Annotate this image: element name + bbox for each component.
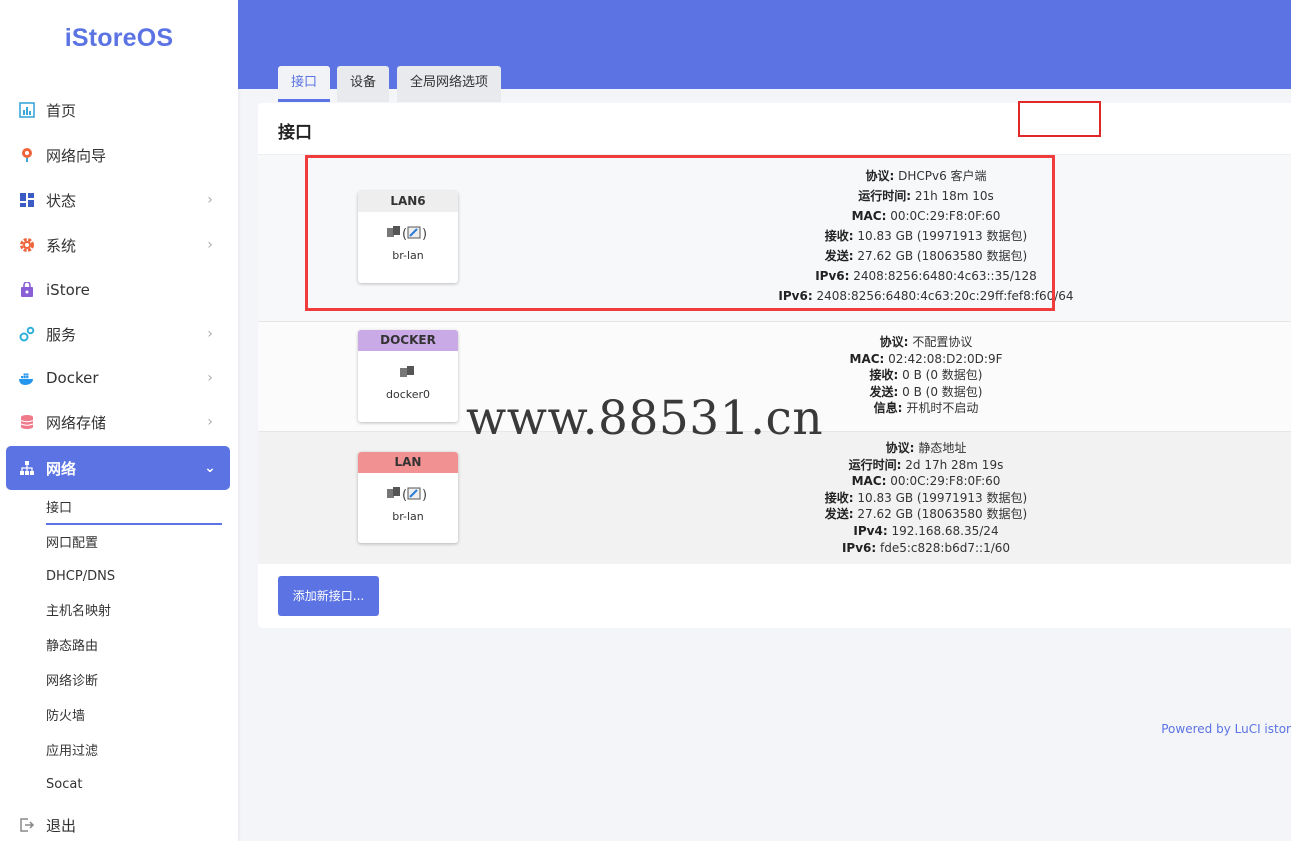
dashboard-icon (18, 191, 36, 209)
ethernet-icon (358, 362, 458, 382)
tab-interfaces[interactable]: 接口 (278, 66, 331, 102)
tab-global-options[interactable]: 全局网络选项 (397, 66, 502, 102)
highlight-box (305, 155, 1055, 311)
subnav-app-filter[interactable]: 应用过滤 (46, 742, 98, 762)
sidebar-item-label: 首页 (46, 101, 77, 120)
sidebar-item-wizard[interactable]: 网络向导 (6, 133, 230, 177)
chart-icon (18, 101, 36, 119)
sidebar-item-network[interactable]: 网络 ⌄ (6, 446, 230, 490)
sidebar-item-label: 状态 (46, 191, 77, 210)
highlight-box-small (1018, 101, 1101, 137)
interface-device: br-lan (392, 510, 424, 523)
interface-device: docker0 (385, 388, 431, 401)
page-title: 接口 (278, 123, 312, 143)
interface-name: DOCKER (358, 330, 458, 351)
watermark: www.88531.cn (466, 391, 824, 446)
sidebar-item-home[interactable]: 首页 (6, 88, 230, 132)
sidebar-item-label: iStore (46, 281, 90, 299)
sidebar-item-label: 系统 (46, 236, 77, 255)
logout-icon (18, 816, 36, 834)
sidebar-item-services[interactable]: 服务 › (6, 312, 230, 356)
cogs-icon (18, 325, 36, 343)
chevron-right-icon: › (207, 192, 213, 208)
interface-name: LAN (358, 452, 458, 473)
sitemap-icon (18, 459, 36, 477)
chevron-right-icon: › (207, 370, 213, 386)
sidebar-item-storage[interactable]: 网络存储 › (6, 400, 230, 444)
subnav-socat[interactable]: Socat (46, 775, 82, 795)
sidebar-item-label: 退出 (46, 816, 77, 835)
brand-logo[interactable]: iStoreOS (0, 24, 238, 53)
subnav-static-routes[interactable]: 静态路由 (46, 637, 98, 657)
sidebar-item-label: 网络存储 (46, 413, 107, 432)
chevron-right-icon: › (207, 326, 213, 342)
chevron-right-icon: › (207, 237, 213, 253)
top-header (238, 0, 1291, 89)
sidebar-item-status[interactable]: 状态 › (6, 178, 230, 222)
sidebar: iStoreOS 首页 网络向导 状态 › 系统 › iStore 服务 › D… (0, 0, 238, 841)
subnav-interfaces[interactable]: 接口 (46, 499, 72, 519)
svg-text:(: ( (402, 488, 407, 503)
gear-icon (18, 236, 36, 254)
docker-icon (18, 369, 36, 387)
chevron-right-icon: › (207, 414, 213, 430)
interface-badge-docker[interactable]: DOCKER docker0 (358, 330, 458, 422)
footer-powered-by[interactable]: Powered by LuCI istor (1161, 722, 1291, 736)
svg-text:): ) (422, 488, 427, 503)
subnav-hostnames[interactable]: 主机名映射 (46, 602, 111, 622)
subnav-dhcp-dns[interactable]: DHCP/DNS (46, 567, 115, 587)
subnav-active-indicator (46, 523, 222, 525)
bag-icon (18, 281, 36, 299)
interface-badge-lan[interactable]: LAN () br-lan (358, 452, 458, 543)
sidebar-item-istore[interactable]: iStore (6, 268, 230, 312)
sidebar-item-label: 网络向导 (46, 146, 107, 165)
globe-pin-icon (18, 146, 36, 164)
sidebar-item-label: Docker (46, 369, 99, 387)
sidebar-item-logout[interactable]: 退出 (6, 803, 230, 841)
tab-devices[interactable]: 设备 (337, 66, 390, 102)
sidebar-item-system[interactable]: 系统 › (6, 223, 230, 267)
sidebar-item-docker[interactable]: Docker › (6, 356, 230, 400)
subnav-diagnostics[interactable]: 网络诊断 (46, 672, 98, 692)
sidebar-item-label: 服务 (46, 325, 77, 344)
database-icon (18, 413, 36, 431)
sidebar-item-label: 网络 (46, 459, 77, 478)
interface-info-lan: 协议: 静态地址 运行时间: 2d 17h 28m 19s MAC: 00:0C… (824, 441, 1028, 555)
add-interface-button[interactable]: 添加新接口... (278, 576, 379, 616)
subnav-port-config[interactable]: 网口配置 (46, 534, 98, 554)
bridge-icon: () (358, 484, 458, 504)
chevron-down-icon: ⌄ (204, 460, 216, 476)
subnav-firewall[interactable]: 防火墙 (46, 707, 85, 727)
